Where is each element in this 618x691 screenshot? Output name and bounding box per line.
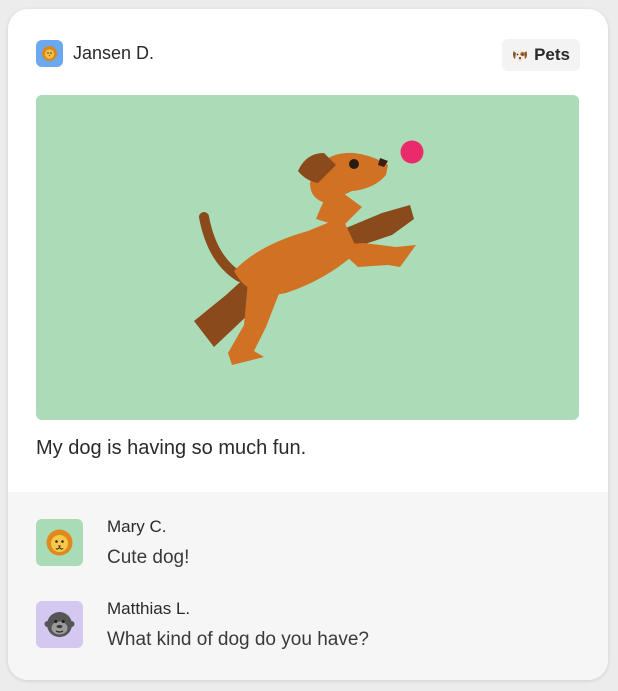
comments-section: Mary C. Cute dog! Matthias L. What kind … bbox=[8, 492, 608, 680]
commenter-name[interactable]: Mary C. bbox=[107, 517, 167, 537]
category-label: Pets bbox=[534, 45, 570, 64]
commenter-name[interactable]: Matthias L. bbox=[107, 599, 190, 619]
dog-catching-ball-illustration bbox=[194, 140, 424, 365]
lion-icon bbox=[46, 529, 73, 556]
post-caption: My dog is having so much fun. bbox=[36, 437, 307, 459]
comment-text: What kind of dog do you have? bbox=[107, 629, 369, 650]
post-image[interactable] bbox=[36, 95, 579, 420]
commenter-avatar[interactable] bbox=[36, 519, 83, 566]
author-name[interactable]: Jansen D. bbox=[73, 43, 154, 64]
comment-item: Matthias L. What kind of dog do you have… bbox=[36, 599, 576, 659]
author-avatar[interactable] bbox=[36, 40, 63, 67]
commenter-avatar[interactable] bbox=[36, 601, 83, 648]
gorilla-icon bbox=[44, 612, 75, 637]
comment-text: Cute dog! bbox=[107, 547, 190, 568]
post-header: Jansen D. Pets bbox=[36, 39, 580, 71]
category-tag[interactable]: Pets bbox=[502, 39, 580, 71]
post-card: Jansen D. Pets My dog is having so much … bbox=[8, 9, 608, 680]
lion-icon bbox=[42, 46, 57, 61]
dog-face-icon bbox=[513, 50, 528, 62]
comment-item: Mary C. Cute dog! bbox=[36, 517, 576, 577]
